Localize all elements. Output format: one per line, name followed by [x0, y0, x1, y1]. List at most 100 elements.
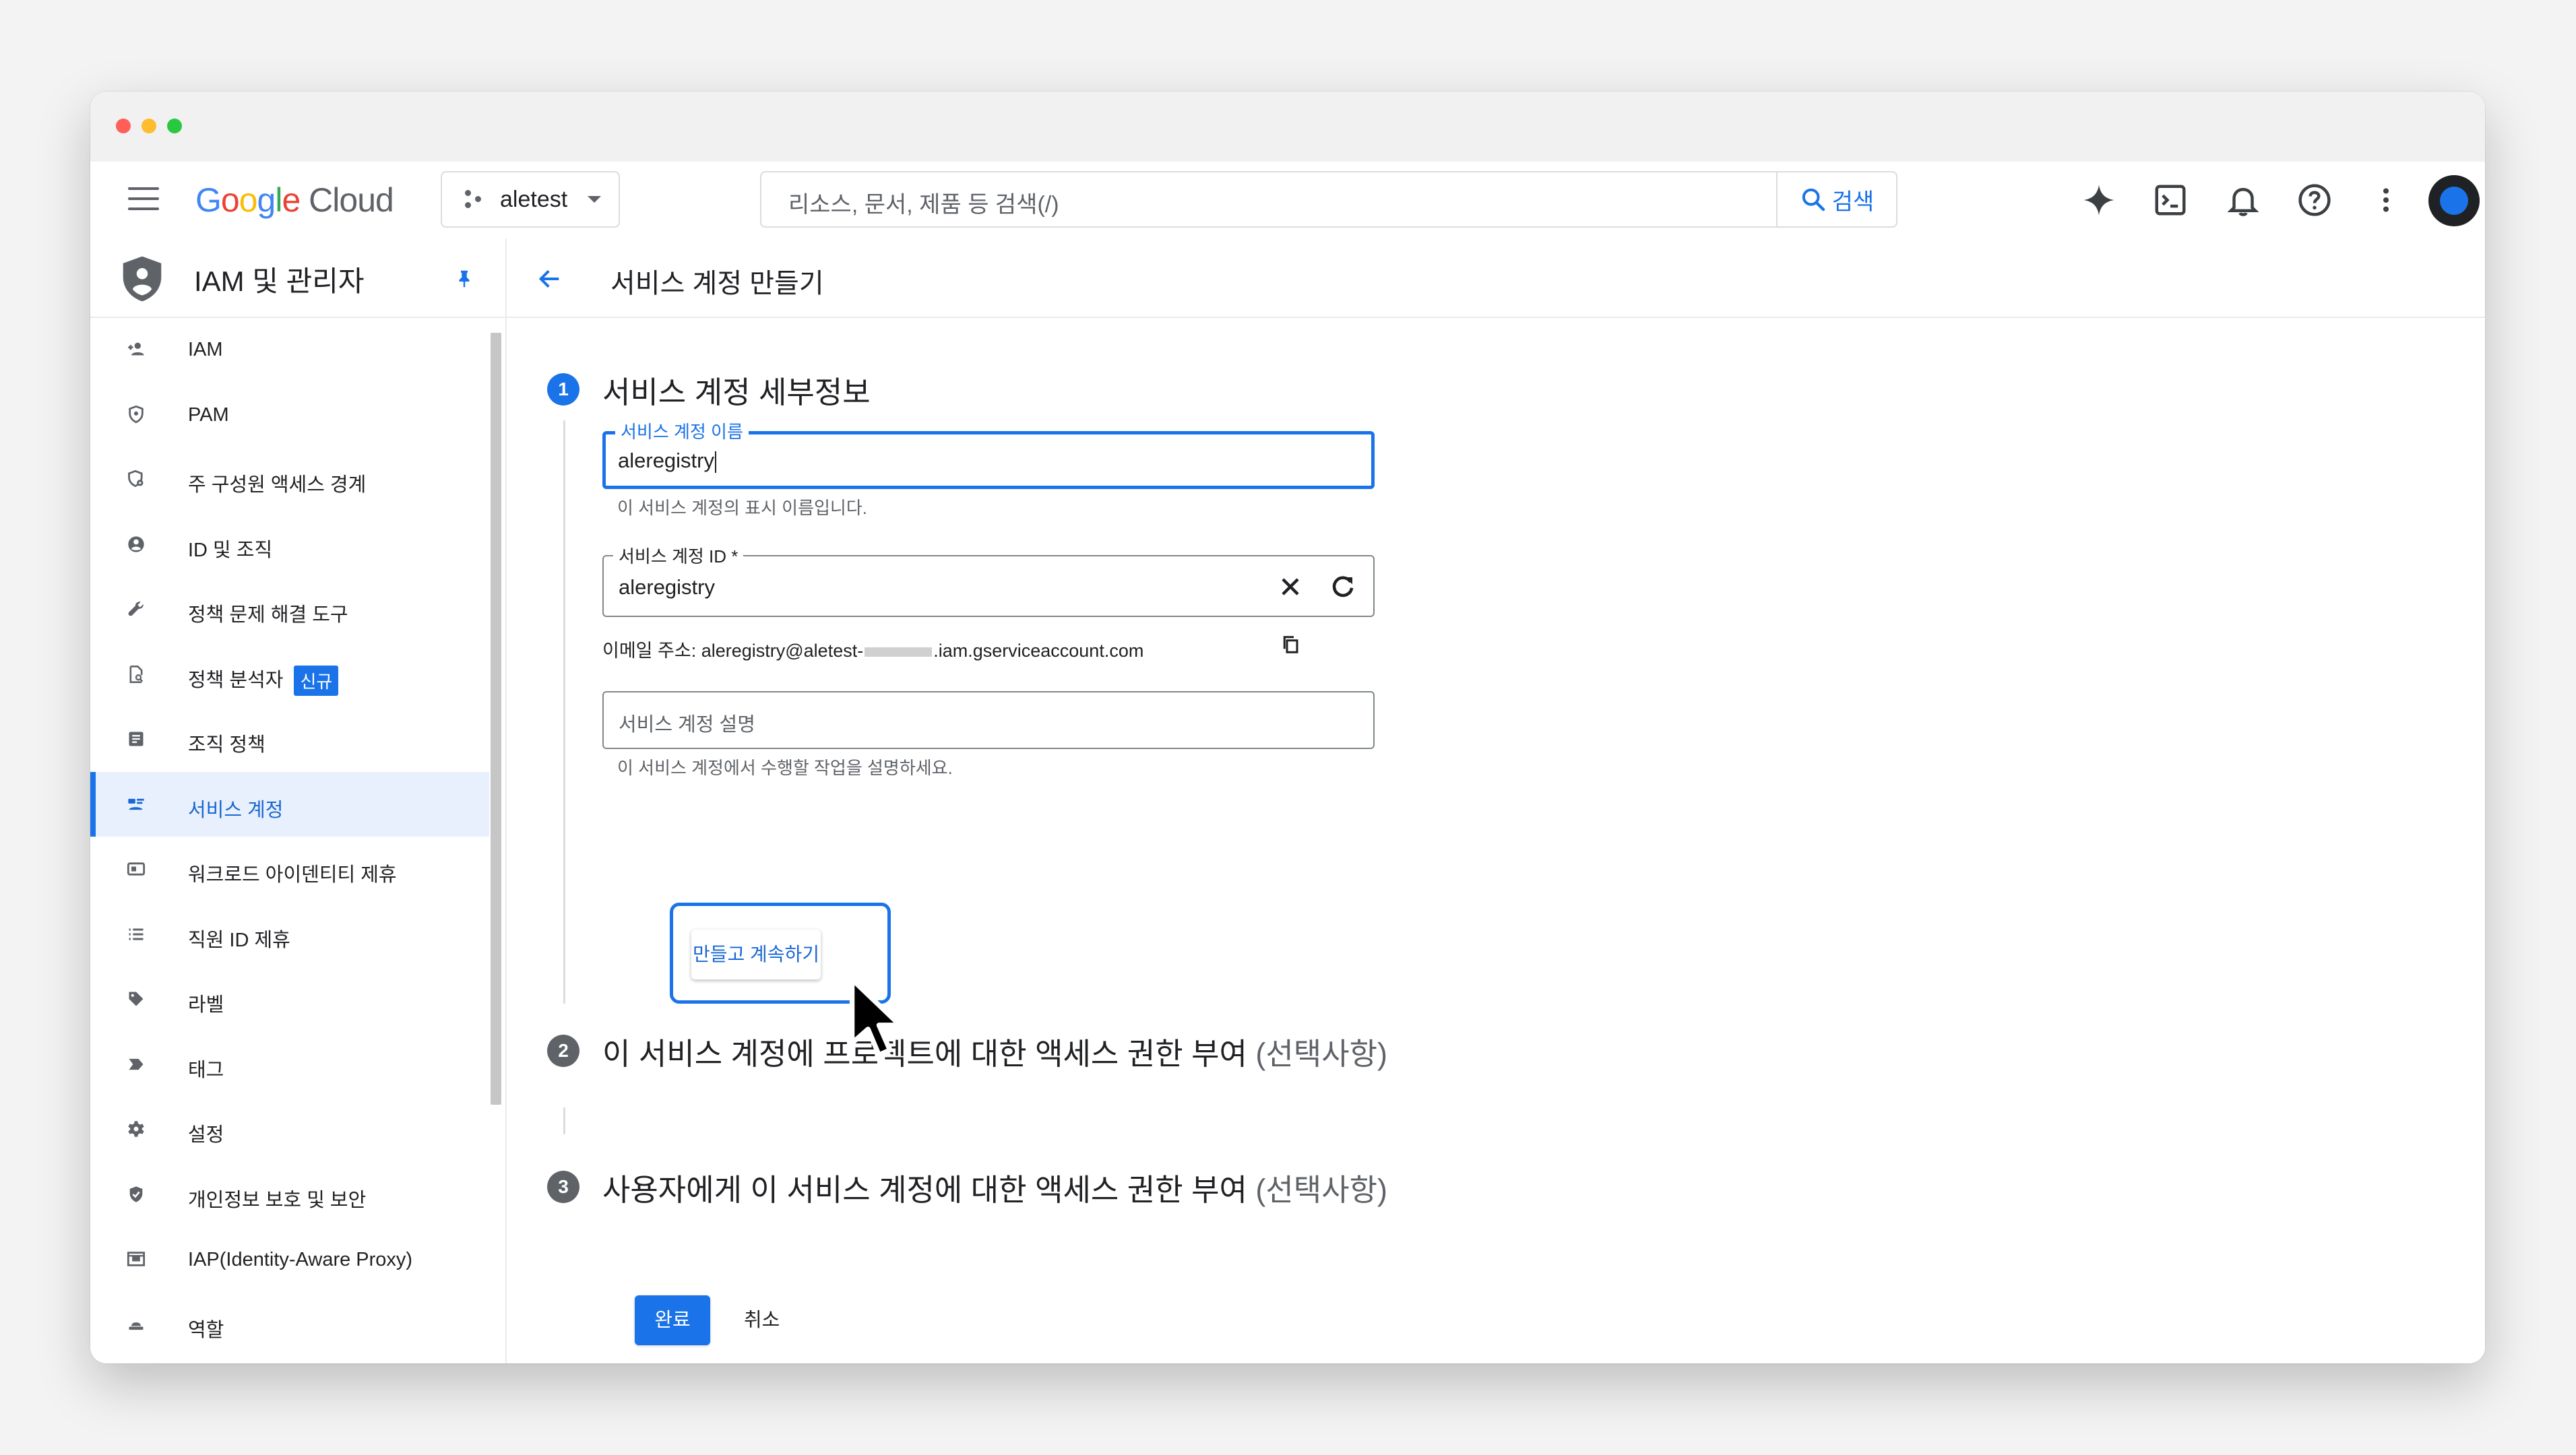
role-hat-icon	[129, 1322, 144, 1330]
sidebar-item-principal-access-boundary[interactable]: 주 구성원 액세스 경계	[90, 447, 495, 512]
sidebar-item-label: PAM	[188, 403, 229, 426]
project-icon	[465, 190, 484, 209]
service-account-id-field[interactable]: 서비스 계정 ID * aleregistry	[602, 543, 1375, 617]
sidebar-item-tags[interactable]: 태그	[90, 1032, 495, 1097]
step-1-connector	[563, 420, 565, 1004]
search-button-label: 검색	[1831, 189, 1875, 215]
service-account-id-value: aleregistry	[619, 575, 715, 599]
top-app-bar: Google Cloud aletest 리소스, 문서, 제품 등 검색(/)…	[90, 162, 2485, 240]
sidebar-item-iam[interactable]: IAM	[90, 317, 495, 382]
sidebar-item-pam[interactable]: PAM	[90, 382, 495, 447]
sidebar-nav: IAM PAM 주 구성원 액세스 경계 ID 및 조직 정책 문제 해결 도구…	[90, 317, 495, 1357]
clear-icon[interactable]	[1278, 574, 1303, 600]
sidebar-item-service-accounts[interactable]: 서비스 계정	[90, 771, 495, 837]
label-icon	[129, 992, 144, 1006]
redacted-project-id	[865, 647, 933, 657]
step-1-number: 1	[547, 373, 579, 406]
id-card-icon	[127, 862, 146, 876]
sidebar-item-label: 개인정보 보호 및 보안	[188, 1189, 367, 1211]
article-icon	[129, 732, 144, 746]
project-name: aletest	[500, 186, 568, 212]
sidebar-item-label: IAP(Identity-Aware Proxy)	[188, 1249, 413, 1270]
sidebar-item-policy-analyzer[interactable]: 정책 분석자 신규	[90, 642, 495, 707]
page-header: 서비스 계정 만들기	[507, 238, 2485, 318]
email-address-text: 이메일 주소: aleregistry@aletest- .iam.gservic…	[602, 641, 1144, 661]
page-title: 서비스 계정 만들기	[610, 269, 824, 298]
sidebar-item-label: 서비스 계정	[188, 799, 284, 821]
service-account-name-value: aleregistry	[618, 449, 716, 473]
chevron-down-icon	[588, 196, 602, 203]
step-3-number: 3	[547, 1171, 579, 1203]
google-cloud-logo[interactable]: Google Cloud	[195, 181, 394, 220]
create-and-continue-button[interactable]: 만들고 계속하기	[691, 930, 821, 979]
close-window-button[interactable]	[116, 119, 131, 133]
maximize-window-button[interactable]	[167, 119, 182, 133]
account-circle-icon	[128, 536, 144, 552]
doc-search-icon	[129, 665, 144, 683]
help-icon[interactable]	[2296, 182, 2333, 218]
copy-icon[interactable]	[1280, 635, 1300, 655]
iam-shield-icon	[123, 256, 162, 302]
more-vert-icon[interactable]	[2368, 182, 2404, 218]
new-badge: 신규	[294, 666, 339, 697]
sidebar-item-label: 역할	[188, 1319, 224, 1341]
search-input[interactable]: 리소스, 문서, 제품 등 검색(/) 검색	[760, 171, 1897, 228]
sidebar-item-label: 정책 분석자 신규	[188, 664, 339, 697]
step-2-connector	[563, 1107, 565, 1134]
back-arrow-icon[interactable]	[536, 265, 563, 292]
minimize-window-button[interactable]	[142, 119, 156, 133]
privacy-shield-icon	[129, 1186, 143, 1202]
menu-icon[interactable]	[128, 187, 159, 212]
cancel-button[interactable]: 취소	[744, 1295, 780, 1345]
search-icon	[1802, 188, 1825, 212]
notifications-icon[interactable]	[2225, 182, 2261, 218]
service-account-id-label: 서비스 계정 ID *	[613, 543, 744, 568]
wrench-icon	[128, 602, 144, 616]
iap-icon	[127, 1252, 146, 1266]
sidebar-item-label: 직원 ID 제휴	[188, 929, 290, 951]
sidebar-item-workload-identity-federation[interactable]: 워크로드 아이덴티티 제휴	[90, 837, 495, 902]
sidebar-item-label: 주 구성원 액세스 경계	[188, 474, 367, 496]
sidebar-item-label: 태그	[188, 1059, 224, 1081]
service-account-description-field[interactable]: 서비스 계정 설명	[602, 691, 1375, 749]
sidebar-item-label: ID 및 조직	[188, 539, 273, 561]
sidebar-scrollbar-thumb[interactable]	[491, 333, 501, 1105]
sidebar-item-policy-troubleshooter[interactable]: 정책 문제 해결 도구	[90, 577, 495, 642]
search-placeholder: 리소스, 문서, 제품 등 검색(/)	[788, 192, 1059, 218]
service-account-name-field[interactable]: 서비스 계정 이름 aleregistry	[602, 418, 1375, 489]
sidebar-item-label: 설정	[188, 1124, 224, 1146]
step-2-title[interactable]: 이 서비스 계정에 프로젝트에 대한 액세스 권한 부여 (선택사항)	[602, 1029, 1387, 1073]
description-placeholder: 서비스 계정 설명	[619, 714, 755, 736]
sidebar-item-roles[interactable]: 역할	[90, 1292, 495, 1357]
account-avatar[interactable]	[2428, 175, 2480, 226]
sidebar-item-label: IAM	[188, 339, 223, 360]
pin-icon[interactable]	[454, 268, 474, 288]
shield-gear-icon	[128, 470, 144, 488]
sidebar-item-privacy-security[interactable]: 개인정보 보호 및 보안	[90, 1162, 495, 1227]
sidebar-item-label: 조직 정책	[188, 734, 265, 756]
cloud-shell-icon[interactable]	[2152, 182, 2189, 218]
settings-icon	[128, 1121, 144, 1137]
search-button[interactable]: 검색	[1776, 172, 1896, 226]
project-selector[interactable]: aletest	[441, 171, 620, 228]
title-bar	[90, 92, 2485, 162]
list-icon	[129, 928, 144, 940]
refresh-icon[interactable]	[1329, 573, 1357, 601]
sidebar-item-settings[interactable]: 설정	[90, 1097, 495, 1162]
sidebar-item-label: 정책 문제 해결 도구	[188, 604, 348, 626]
step-2-number: 2	[547, 1035, 579, 1067]
sidebar: IAM 및 관리자 IAM PAM 주 구성원 액세스 경계 ID 및 조직 정…	[90, 238, 507, 1363]
sidebar-item-label: 워크로드 아이덴티티 제휴	[188, 864, 397, 886]
service-account-name-helper: 이 서비스 계정의 표시 이름입니다.	[617, 498, 867, 518]
done-button[interactable]: 완료	[635, 1295, 710, 1345]
browser-window: Google Cloud aletest 리소스, 문서, 제품 등 검색(/)…	[90, 92, 2485, 1363]
sidebar-item-workforce-identity-federation[interactable]: 직원 ID 제휴	[90, 902, 495, 967]
sidebar-item-labels[interactable]: 라벨	[90, 967, 495, 1032]
sidebar-item-identity-org[interactable]: ID 및 조직	[90, 512, 495, 577]
sidebar-title: IAM 및 관리자	[194, 265, 365, 297]
sidebar-item-iap[interactable]: IAP(Identity-Aware Proxy)	[90, 1227, 495, 1292]
sidebar-item-org-policies[interactable]: 조직 정책	[90, 707, 495, 772]
top-actions	[2013, 162, 2485, 238]
step-3-title[interactable]: 사용자에게 이 서비스 계정에 대한 액세스 권한 부여 (선택사항)	[602, 1165, 1387, 1209]
gemini-sparkle-icon[interactable]	[2081, 182, 2117, 218]
